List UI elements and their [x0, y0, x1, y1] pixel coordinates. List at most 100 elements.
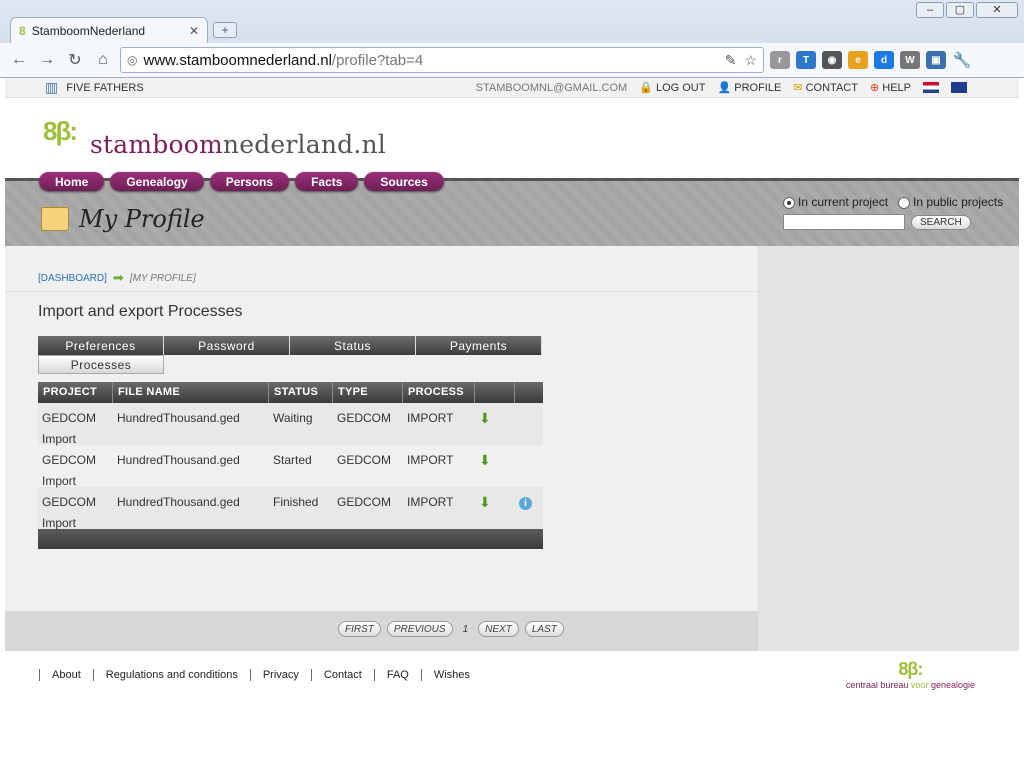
column-file-name[interactable]: FILE NAME: [113, 382, 269, 403]
footer-link-about[interactable]: About: [39, 669, 93, 681]
column-status[interactable]: STATUS: [269, 382, 333, 403]
menu-persons[interactable]: Persons: [209, 172, 290, 191]
menu-genealogy[interactable]: Genealogy: [110, 172, 204, 191]
cbg-logo[interactable]: 8β: centraal bureau voor genealogie: [846, 659, 975, 690]
help-link[interactable]: ⊕ HELP: [870, 81, 911, 94]
camera-extension-icon[interactable]: ◉: [822, 51, 842, 69]
web-page: ▥ FIVE FATHERS STAMBOOMNL@GMAIL.COM 🔒 LO…: [5, 78, 1019, 768]
current-page-number: 1: [462, 623, 469, 635]
tab-password[interactable]: Password: [164, 336, 290, 355]
cell-process: IMPORT: [407, 453, 454, 467]
profile-link[interactable]: 👤 PROFILE: [717, 81, 781, 94]
user-email: STAMBOOMNL@GMAIL.COM: [475, 81, 628, 94]
footer-link-regulations[interactable]: Regulations and conditions: [92, 669, 250, 681]
bookmark-star-icon[interactable]: ☆: [744, 52, 757, 69]
project-selector[interactable]: ▥ FIVE FATHERS: [45, 79, 144, 96]
search-panel: In current project In public projects SE…: [783, 195, 1013, 230]
breadcrumb-dashboard[interactable]: [DASHBOARD]: [38, 273, 107, 284]
close-window-button[interactable]: ✕: [976, 2, 1018, 18]
tab-title: StamboomNederland: [31, 23, 146, 38]
site-logo-mark[interactable]: 8β:: [43, 116, 78, 147]
tab-status[interactable]: Status: [290, 336, 416, 355]
download-icon[interactable]: ⬇: [479, 410, 491, 426]
globe-icon: ◎: [127, 53, 138, 67]
page-action-icon[interactable]: ✎: [725, 52, 737, 69]
forward-icon[interactable]: →: [36, 49, 58, 71]
last-page-button[interactable]: LAST: [524, 621, 564, 637]
radio-current-project[interactable]: In current project: [783, 195, 888, 209]
search-button[interactable]: SEARCH: [911, 214, 971, 230]
cell-status: Waiting: [273, 411, 313, 425]
reload-icon[interactable]: ↻: [64, 49, 86, 71]
translate-extension-icon[interactable]: T: [796, 51, 816, 69]
minimize-button[interactable]: –: [916, 2, 944, 18]
table-row: GEDCOM Import HundredThousand.ged Starte…: [38, 445, 543, 488]
cell-type: GEDCOM: [337, 495, 391, 509]
new-tab-button[interactable]: +: [213, 22, 237, 38]
menu-home[interactable]: Home: [39, 172, 105, 191]
url-host: www.stamboomnederland.nl: [143, 51, 332, 69]
contact-link[interactable]: ✉ CONTACT: [793, 81, 858, 94]
footer-link-privacy[interactable]: Privacy: [249, 669, 311, 681]
table-header: PROJECT FILE NAME STATUS TYPE PROCESS: [38, 382, 543, 403]
site-header: 8β: stamboomnederland.nl: [5, 98, 1019, 178]
table-row: GEDCOM Import HundredThousand.ged Waitin…: [38, 403, 543, 446]
browser-tab[interactable]: 8 StamboomNederland ✕: [10, 17, 208, 43]
address-bar[interactable]: ◎ www.stamboomnederland.nl /profile?tab=…: [120, 47, 764, 73]
english-flag-icon[interactable]: [951, 82, 967, 93]
lifebuoy-icon: ⊕: [869, 82, 880, 94]
footer-links: About Regulations and conditions Privacy…: [39, 669, 482, 681]
dutch-flag-icon[interactable]: [923, 82, 939, 93]
footer-link-faq[interactable]: FAQ: [373, 669, 421, 681]
column-process[interactable]: PROCESS: [403, 382, 475, 403]
help-label: HELP: [882, 82, 911, 94]
browser-chrome: 8 StamboomNederland ✕ + – ▢ ✕ ← → ↻ ⌂ ◎ …: [0, 0, 1024, 78]
ie-tab-extension-icon[interactable]: e: [848, 51, 868, 69]
radio-current-label: In current project: [798, 195, 889, 209]
footer-link-contact[interactable]: Contact: [310, 669, 374, 681]
profile-card-icon: [41, 207, 69, 231]
d-extension-icon[interactable]: d: [874, 51, 894, 69]
cell-actions: ⬇: [475, 445, 515, 487]
menu-sources[interactable]: Sources: [364, 172, 444, 191]
tab-payments[interactable]: Payments: [416, 336, 542, 355]
download-icon[interactable]: ⬇: [479, 494, 491, 510]
radio-public-label: In public projects: [913, 195, 1004, 209]
tab-preferences[interactable]: Preferences: [38, 336, 164, 355]
menu-facts[interactable]: Facts: [295, 172, 359, 191]
tab-processes[interactable]: Processes: [38, 355, 164, 374]
info-icon[interactable]: i: [519, 497, 532, 510]
column-type[interactable]: TYPE: [333, 382, 403, 403]
window-extension-icon[interactable]: ▣: [926, 51, 946, 69]
footer-link-wishes[interactable]: Wishes: [420, 669, 482, 681]
logo-rest: nederland.nl: [222, 130, 386, 159]
column-project[interactable]: PROJECT: [38, 382, 113, 403]
close-tab-icon[interactable]: ✕: [189, 24, 199, 38]
radio-unchecked-icon: [898, 196, 911, 209]
logout-link[interactable]: 🔒 LOG OUT: [639, 81, 705, 94]
back-icon[interactable]: ←: [8, 49, 30, 71]
cbg-logo-text: centraal bureau voor genealogie: [846, 680, 975, 690]
maximize-button[interactable]: ▢: [946, 2, 974, 18]
books-icon: ▥: [45, 79, 59, 95]
main-panel: [DASHBOARD] ➡ [MY PROFILE] Import and ex…: [5, 246, 758, 611]
search-input[interactable]: [783, 214, 905, 230]
download-icon[interactable]: ⬇: [479, 452, 491, 468]
site-logo[interactable]: stamboomnederland.nl: [90, 130, 386, 159]
next-page-button[interactable]: NEXT: [478, 621, 519, 637]
cbg-logo-mark: 8β:: [898, 659, 923, 679]
wappalyzer-extension-icon[interactable]: W: [900, 51, 920, 69]
omnibox-actions: ✎ ☆: [725, 52, 757, 69]
arrow-right-icon: ➡: [112, 270, 124, 285]
content-area: [DASHBOARD] ➡ [MY PROFILE] Import and ex…: [5, 246, 1019, 651]
radio-public-projects[interactable]: In public projects: [898, 195, 1003, 209]
home-icon[interactable]: ⌂: [92, 49, 114, 71]
cell-status: Finished: [273, 495, 319, 509]
first-page-button[interactable]: FIRST: [338, 621, 381, 637]
cell-file: HundredThousand.ged: [117, 453, 240, 467]
previous-page-button[interactable]: PREVIOUS: [386, 621, 453, 637]
logo-brand: stamboom: [90, 130, 223, 159]
contact-label: CONTACT: [805, 82, 858, 94]
resize-extension-icon[interactable]: r: [770, 51, 790, 69]
wrench-icon[interactable]: 🔧: [952, 51, 972, 69]
